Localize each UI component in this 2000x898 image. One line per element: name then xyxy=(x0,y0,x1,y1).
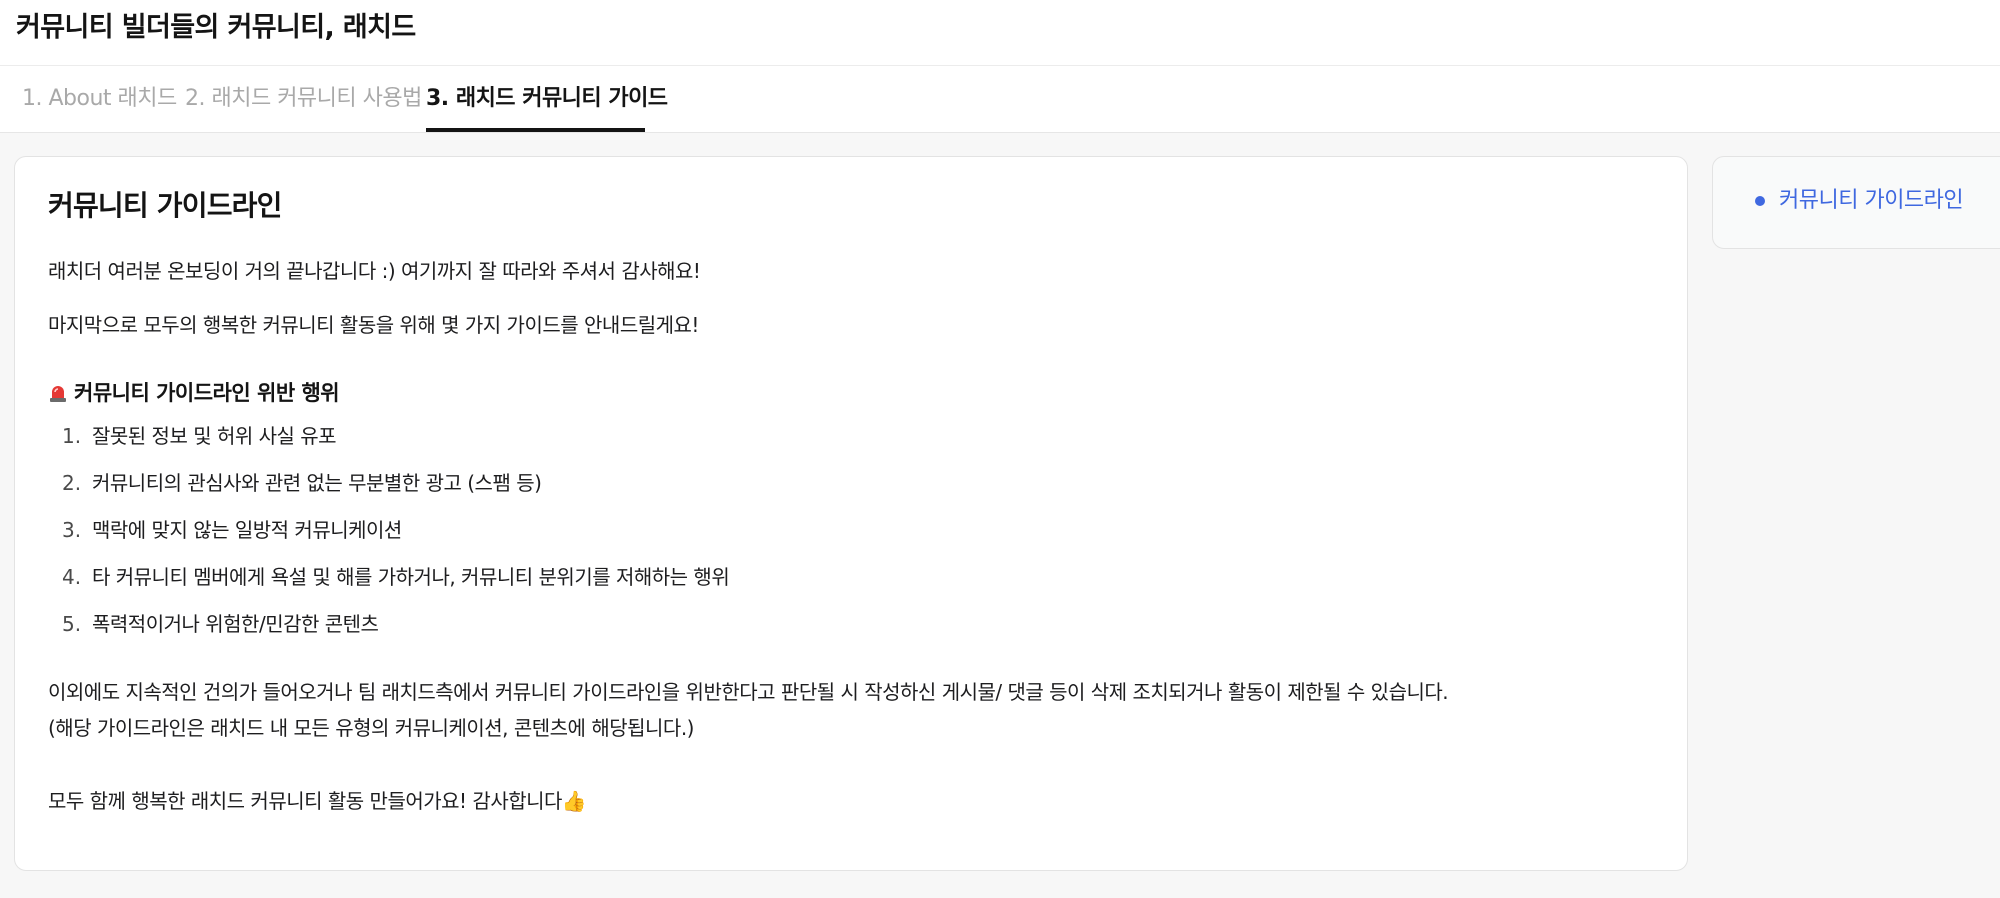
page-header: 커뮤니티 빌더들의 커뮤니티, 래치드 xyxy=(0,0,2000,66)
list-text: 잘못된 정보 및 허위 사실 유포 xyxy=(92,424,337,448)
list-number: 1. xyxy=(62,424,82,448)
intro-paragraph-1: 래치더 여러분 온보딩이 거의 끝나갑니다 :) 여기까지 잘 따라와 주셔서 … xyxy=(48,259,701,283)
alarm-light-icon xyxy=(48,383,68,403)
list-number: 3. xyxy=(62,518,82,542)
list-number: 2. xyxy=(62,471,82,495)
toc-bullet-icon xyxy=(1755,196,1765,206)
intro-paragraph-2: 마지막으로 모두의 행복한 커뮤니티 활동을 위해 몇 가지 가이드를 안내드릴… xyxy=(48,313,699,337)
list-text: 타 커뮤니티 멤버에게 욕설 및 해를 가하거나, 커뮤니티 분위기를 저해하는… xyxy=(92,565,730,589)
list-text: 맥락에 맞지 않는 일방적 커뮤니케이션 xyxy=(92,518,402,542)
closing-paragraph: 모두 함께 행복한 래치드 커뮤니티 활동 만들어가요! 감사합니다👍 xyxy=(48,789,587,813)
section-heading: 커뮤니티 가이드라인 xyxy=(48,189,282,222)
page-title: 커뮤니티 빌더들의 커뮤니티, 래치드 xyxy=(16,12,416,43)
tab-about[interactable]: 1. About 래치드 xyxy=(22,84,177,114)
list-number: 4. xyxy=(62,565,82,589)
list-text: 폭력적이거나 위험한/민감한 콘텐츠 xyxy=(92,612,379,636)
violations-heading: 커뮤니티 가이드라인 위반 행위 xyxy=(48,378,340,408)
violations-title: 커뮤니티 가이드라인 위반 행위 xyxy=(74,381,340,405)
tab-bar: 1. About 래치드 2. 래치드 커뮤니티 사용법 3. 래치드 커뮤니티… xyxy=(0,66,2000,133)
tab-guide[interactable]: 3. 래치드 커뮤니티 가이드 xyxy=(426,84,668,114)
list-number: 5. xyxy=(62,612,82,636)
guide-content-card: 커뮤니티 가이드라인 래치더 여러분 온보딩이 거의 끝나갑니다 :) 여기까지… xyxy=(14,156,1688,871)
table-of-contents: 커뮤니티 가이드라인 xyxy=(1712,156,2000,249)
notice-paragraph: 이외에도 지속적인 건의가 들어오거나 팀 래치드측에서 커뮤니티 가이드라인을… xyxy=(48,680,1449,704)
active-tab-indicator xyxy=(426,128,645,132)
tab-usage[interactable]: 2. 래치드 커뮤니티 사용법 xyxy=(185,84,422,114)
toc-item-guidelines[interactable]: 커뮤니티 가이드라인 xyxy=(1779,186,1964,216)
list-text: 커뮤니티의 관심사와 관련 없는 무분별한 광고 (스팸 등) xyxy=(92,471,542,495)
notice-scope-paragraph: (해당 가이드라인은 래치드 내 모든 유형의 커뮤니케이션, 콘텐츠에 해당됩… xyxy=(48,716,694,740)
